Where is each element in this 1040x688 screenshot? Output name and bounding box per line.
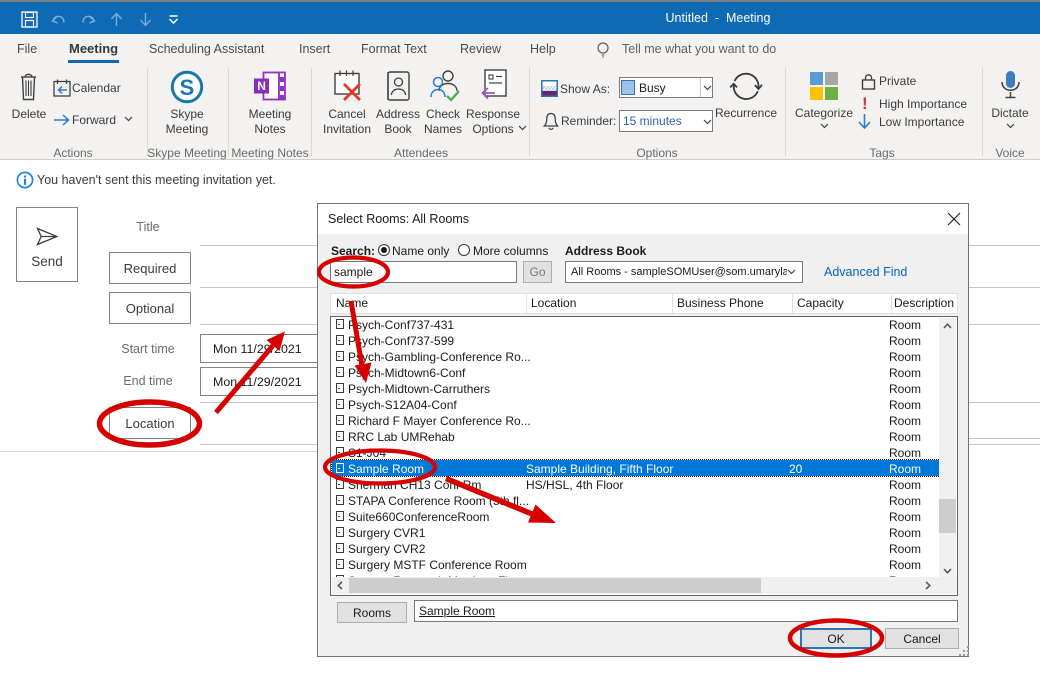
- svg-text:S: S: [180, 75, 195, 100]
- svg-text:N: N: [257, 79, 266, 93]
